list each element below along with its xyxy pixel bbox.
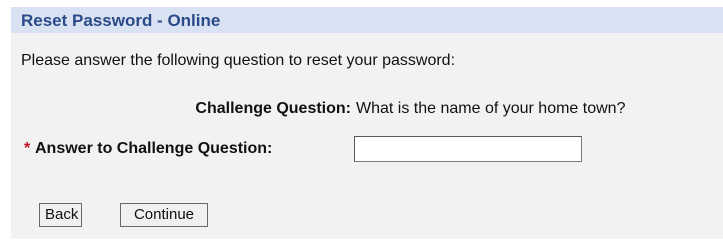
panel-header: Reset Password - Online bbox=[11, 7, 723, 33]
back-button[interactable]: Back bbox=[39, 203, 82, 227]
challenge-question-row: Challenge Question: What is the name of … bbox=[11, 100, 723, 122]
required-marker: * bbox=[24, 140, 31, 157]
page-title: Reset Password - Online bbox=[21, 11, 221, 30]
answer-input[interactable] bbox=[354, 136, 582, 162]
answer-label: Answer to Challenge Question: bbox=[35, 140, 273, 157]
continue-button[interactable]: Continue bbox=[120, 203, 208, 227]
challenge-question-label: Challenge Question: bbox=[195, 100, 351, 117]
answer-row: * Answer to Challenge Question: bbox=[11, 134, 723, 164]
reset-password-panel: Reset Password - Online Please answer th… bbox=[11, 7, 723, 239]
challenge-question-text: What is the name of your home town? bbox=[356, 100, 626, 117]
instruction-text: Please answer the following question to … bbox=[21, 52, 456, 69]
